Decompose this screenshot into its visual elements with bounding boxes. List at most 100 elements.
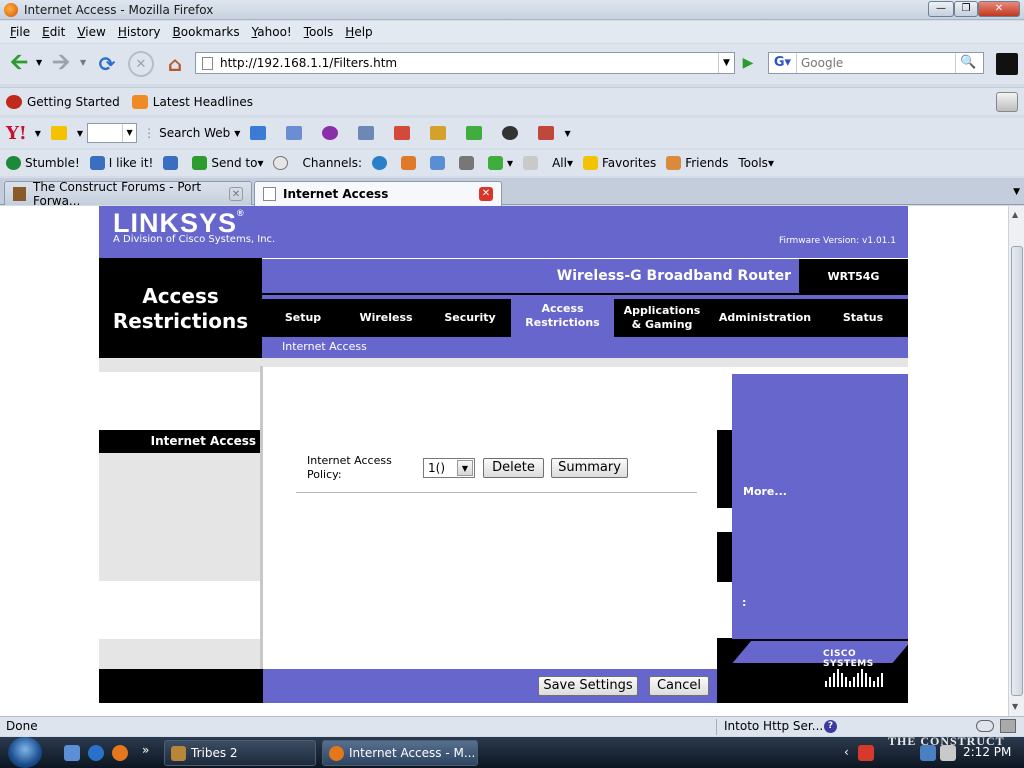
pencil-icon[interactable]	[50, 126, 67, 140]
tab-internet-access[interactable]: Internet Access ✕	[254, 181, 502, 206]
channel-globe[interactable]	[372, 156, 391, 170]
search-box[interactable]: G▾ 🔍	[768, 52, 984, 74]
channel-video[interactable]	[459, 156, 478, 170]
nav-security[interactable]: Security	[436, 299, 504, 337]
music-icon[interactable]	[430, 126, 447, 140]
like-button[interactable]: I like it!	[89, 156, 153, 170]
comment-button[interactable]	[273, 156, 292, 170]
go-icon[interactable]: ▶	[738, 53, 758, 73]
menu-tools[interactable]: Tools	[298, 25, 340, 39]
my-yahoo-icon[interactable]	[322, 126, 339, 140]
scroll-up-icon[interactable]: ▲	[1012, 210, 1018, 219]
nav-wireless[interactable]: Wireless	[350, 299, 422, 337]
scroll-thumb[interactable]	[1011, 246, 1023, 696]
bookmark-latest-headlines[interactable]: Latest Headlines	[131, 94, 253, 109]
summary-button[interactable]: Summary	[551, 458, 628, 478]
yahoo-dropdown-icon[interactable]: ▼	[35, 129, 41, 138]
taskbar-item-tribes2[interactable]: Tribes 2	[164, 740, 316, 766]
url-bar[interactable]: http://192.168.1.1/Filters.htm ▼	[195, 52, 735, 74]
shield-icon[interactable]	[250, 126, 267, 140]
tab-construct-forums[interactable]: The Construct Forums - Port Forwa... ✕	[4, 180, 252, 208]
pencil-dropdown-icon[interactable]: ▼	[77, 129, 83, 138]
menu-yahoo[interactable]: Yahoo!	[246, 25, 298, 39]
nav-status[interactable]: Status	[834, 299, 892, 337]
extension-icon[interactable]	[996, 53, 1018, 75]
channel-tag[interactable]	[523, 156, 542, 170]
news-icon[interactable]	[358, 126, 375, 140]
nav-applications-gaming[interactable]: Applications & Gaming	[618, 299, 706, 337]
menu-help[interactable]: Help	[339, 25, 378, 39]
home-icon[interactable]: ⌂	[162, 51, 188, 77]
sports-icon[interactable]	[502, 126, 519, 140]
sub-nav-internet-access[interactable]: Internet Access	[282, 340, 367, 353]
nav-access-restrictions[interactable]: Access Restrictions	[511, 295, 614, 337]
status-extension-icon[interactable]	[1000, 719, 1016, 733]
yahoo-search-input[interactable]: ▼	[87, 123, 138, 143]
taskbar-item-internet-access[interactable]: Internet Access - M...	[322, 740, 478, 766]
menu-bookmarks[interactable]: Bookmarks	[167, 25, 246, 39]
help-icon[interactable]: ?	[824, 720, 837, 733]
tab-close-icon[interactable]: ✕	[229, 187, 243, 201]
stop-icon[interactable]: ✕	[128, 51, 154, 77]
search-web-dropdown-icon[interactable]: ▼	[234, 129, 240, 138]
dislike-button[interactable]	[163, 156, 182, 170]
more-help-link[interactable]: More...	[743, 485, 787, 498]
stumble-button[interactable]: Stumble!	[6, 156, 80, 170]
scroll-down-icon[interactable]: ▼	[1012, 702, 1018, 711]
forward-history-dropdown-icon[interactable]: ▼	[80, 58, 86, 67]
google-search-engine-icon[interactable]: G▾	[769, 53, 797, 73]
yahoo-search-dropdown-icon[interactable]: ▼	[122, 124, 136, 142]
print-icon[interactable]	[996, 92, 1018, 112]
tab-close-icon[interactable]: ✕	[479, 187, 493, 201]
stumble-tools-dropdown[interactable]: Tools ▾	[738, 156, 774, 170]
search-input[interactable]	[797, 54, 955, 72]
status-addon-icon[interactable]	[976, 720, 994, 732]
search-web-button[interactable]: Search Web	[159, 126, 230, 140]
taskbar-clock[interactable]: 2:12 PM	[963, 745, 1011, 759]
tray-app-icon[interactable]	[858, 745, 874, 761]
search-icon[interactable]: 🔍	[955, 53, 981, 73]
friends-button[interactable]: Friends	[666, 156, 728, 170]
channel-people[interactable]	[401, 156, 420, 170]
firefox-taskbar-icon[interactable]	[112, 745, 128, 761]
delete-button[interactable]: Delete	[483, 458, 544, 478]
maximize-button[interactable]: ❐	[954, 1, 978, 17]
back-history-dropdown-icon[interactable]: ▼	[36, 58, 42, 67]
close-window-button[interactable]: ✕	[978, 1, 1020, 17]
cancel-button[interactable]: Cancel	[649, 676, 709, 696]
favorites-button[interactable]: Favorites	[583, 156, 656, 170]
messenger-icon[interactable]	[466, 126, 483, 140]
save-settings-button[interactable]: Save Settings	[538, 676, 638, 696]
forward-button[interactable]: 🡪	[48, 50, 74, 77]
back-button[interactable]: 🡨	[6, 50, 32, 77]
show-desktop-icon[interactable]	[64, 745, 80, 761]
bookmark-getting-started[interactable]: Getting Started	[6, 94, 120, 109]
people-icon	[401, 156, 417, 170]
channel-photos[interactable]	[430, 156, 449, 170]
nav-setup[interactable]: Setup	[278, 299, 328, 337]
more-yahoo-dropdown-icon[interactable]: ▼	[564, 129, 570, 138]
minimize-button[interactable]: —	[928, 1, 954, 17]
all-dropdown[interactable]: All ▾	[552, 156, 573, 170]
menu-history[interactable]: History	[112, 25, 167, 39]
start-button[interactable]	[8, 737, 42, 768]
menu-edit[interactable]: Edit	[36, 25, 71, 39]
tray-expand-icon[interactable]: ‹	[844, 745, 849, 759]
games-icon[interactable]	[394, 126, 411, 140]
vertical-scrollbar[interactable]: ▲ ▼	[1008, 206, 1024, 716]
policy-select[interactable]: 1() ▼	[423, 458, 475, 478]
nav-administration[interactable]: Administration	[712, 299, 818, 337]
send-to-button[interactable]: Send to ▾	[192, 156, 263, 170]
more-yahoo-icon[interactable]	[538, 126, 555, 140]
list-all-tabs-icon[interactable]: ▼	[1013, 187, 1020, 197]
quicklaunch-more-icon[interactable]: »	[142, 743, 149, 757]
menu-view[interactable]: View	[71, 25, 111, 39]
channel-shuffle[interactable]: ▾	[488, 156, 513, 170]
mail-icon[interactable]	[286, 126, 303, 140]
internet-explorer-icon[interactable]	[88, 745, 104, 761]
reload-icon[interactable]: ⟳	[94, 51, 120, 77]
menu-file[interactable]: File	[4, 25, 36, 39]
url-dropdown-icon[interactable]: ▼	[718, 53, 734, 73]
yahoo-logo-icon[interactable]: Y!	[6, 123, 27, 144]
chevron-down-icon[interactable]: ▼	[457, 460, 473, 476]
